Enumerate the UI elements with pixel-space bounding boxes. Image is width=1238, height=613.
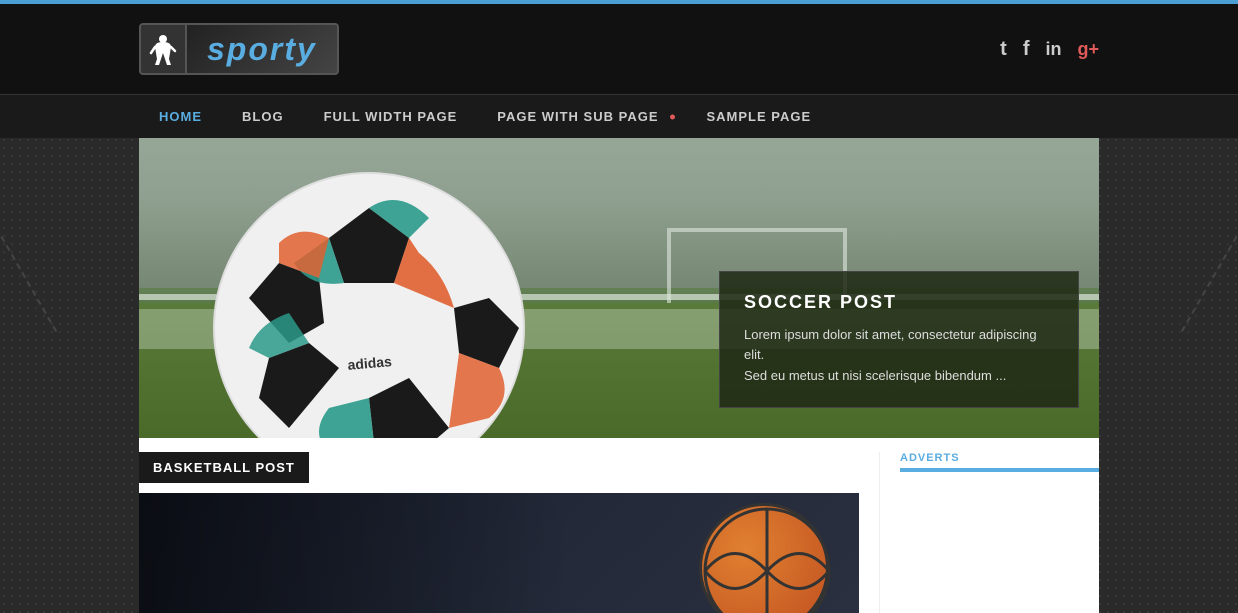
logo-text: sporty bbox=[207, 31, 317, 68]
content-area: BASKETBALL POST bbox=[139, 438, 1099, 613]
linkedin-icon[interactable]: in bbox=[1045, 39, 1061, 60]
facebook-icon[interactable]: f bbox=[1023, 38, 1030, 61]
basketball-section-header: BASKETBALL POST bbox=[139, 452, 309, 483]
nav-item-blog[interactable]: BLOG bbox=[222, 97, 304, 136]
navbar: HOME BLOG FULL WIDTH PAGE PAGE WITH SUB … bbox=[0, 94, 1238, 138]
soccer-ball: adidas bbox=[199, 158, 539, 438]
social-icons-group: t f in g+ bbox=[1000, 38, 1099, 61]
hero-title: SOCCER POST bbox=[744, 292, 1054, 313]
main-content: BASKETBALL POST bbox=[139, 452, 879, 613]
logo-text-box: sporty bbox=[187, 23, 339, 75]
twitter-icon[interactable]: t bbox=[1000, 38, 1007, 61]
logo-area[interactable]: sporty bbox=[139, 23, 339, 75]
nav-item-sample[interactable]: SAMPLE PAGE bbox=[687, 97, 832, 136]
nav-item-full-width[interactable]: FULL WIDTH PAGE bbox=[304, 97, 478, 136]
basketball-section: BASKETBALL POST bbox=[139, 452, 859, 613]
nav-item-sub-page[interactable]: PAGE WITH SUB PAGE bbox=[477, 97, 686, 136]
logo-icon bbox=[139, 23, 187, 75]
hero-section: adidas SOCCER POST Lorem ipsum dolor sit… bbox=[139, 138, 1099, 438]
adverts-section: ADVERTS bbox=[900, 452, 1099, 472]
basketball-thumbnail bbox=[139, 493, 859, 613]
site-header: sporty t f in g+ bbox=[0, 4, 1238, 94]
adverts-title: ADVERTS bbox=[900, 452, 1099, 464]
athlete-icon bbox=[147, 33, 179, 65]
hero-description: Lorem ipsum dolor sit amet, consectetur … bbox=[744, 325, 1054, 387]
nav-menu: HOME BLOG FULL WIDTH PAGE PAGE WITH SUB … bbox=[139, 97, 831, 136]
google-plus-icon[interactable]: g+ bbox=[1077, 39, 1099, 60]
hero-text-overlay: SOCCER POST Lorem ipsum dolor sit amet, … bbox=[719, 271, 1079, 408]
nav-item-home[interactable]: HOME bbox=[139, 97, 222, 136]
sidebar: ADVERTS bbox=[879, 452, 1099, 613]
adverts-divider-bar bbox=[900, 468, 1099, 472]
